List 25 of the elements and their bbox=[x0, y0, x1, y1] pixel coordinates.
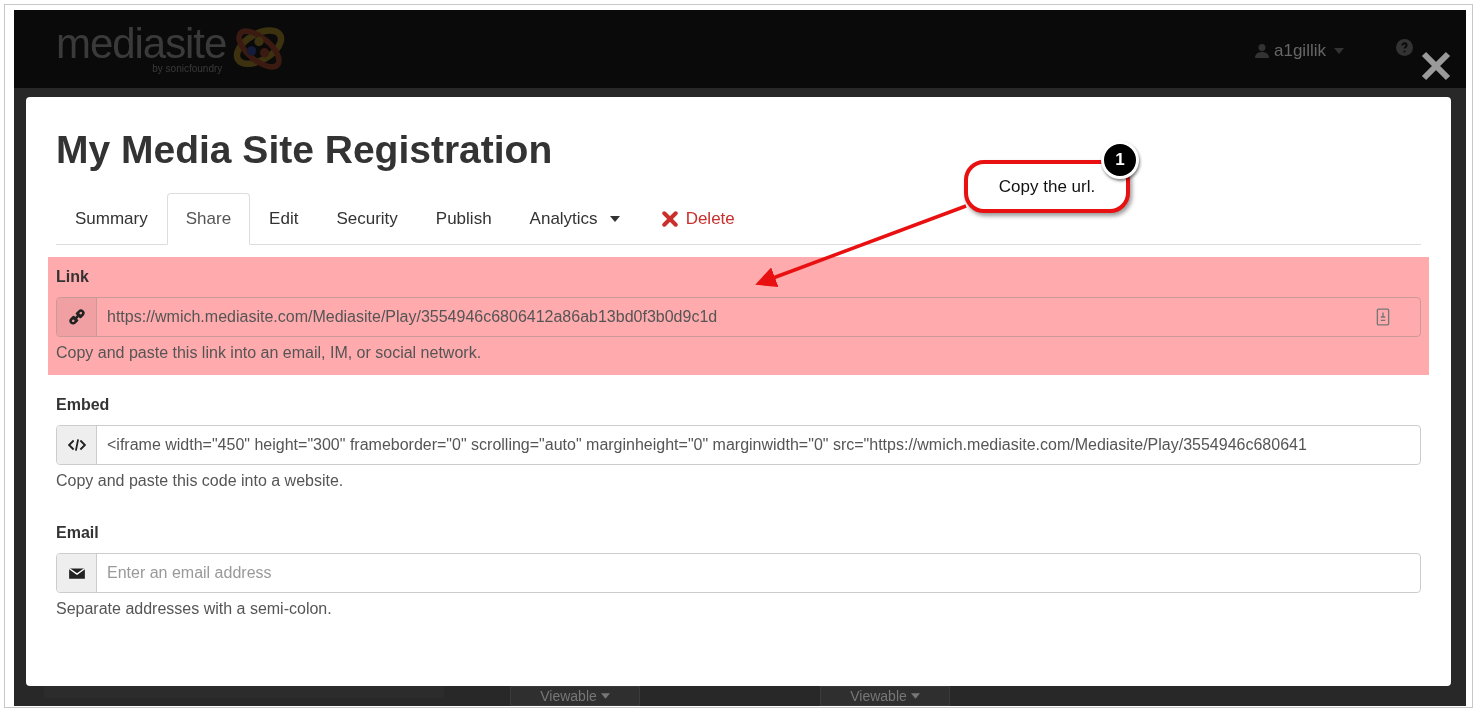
code-icon bbox=[67, 436, 86, 454]
field-label: Email bbox=[56, 523, 100, 543]
help-icon[interactable] bbox=[1396, 39, 1413, 56]
user-icon bbox=[1254, 42, 1270, 59]
field-label: Embed bbox=[56, 395, 111, 415]
tab[interactable]: Analytics bbox=[510, 193, 639, 245]
caret-icon bbox=[1334, 47, 1344, 54]
modal-title: My Media Site Registration bbox=[56, 127, 553, 173]
tab[interactable]: Delete bbox=[642, 193, 754, 245]
link-icon bbox=[67, 308, 86, 326]
tab[interactable]: Publish bbox=[416, 193, 511, 245]
close-icon bbox=[661, 211, 678, 227]
caret-icon bbox=[910, 693, 920, 699]
tab[interactable]: Share bbox=[166, 193, 251, 245]
help-text: Copy and paste this link into an email, IM, or social network. bbox=[56, 343, 483, 363]
clipboard-icon[interactable] bbox=[1376, 308, 1390, 326]
tab[interactable]: Security bbox=[317, 193, 417, 245]
caret-icon bbox=[609, 216, 620, 222]
tab[interactable]: Summary bbox=[56, 193, 167, 245]
caret-icon bbox=[600, 693, 610, 699]
help-text: Copy and paste this code into a website. bbox=[56, 471, 345, 491]
tab[interactable]: Edit bbox=[250, 193, 318, 245]
help-text: Separate addresses with a semi-colon. bbox=[56, 599, 333, 619]
field-label: Link bbox=[56, 267, 90, 287]
close-icon[interactable] bbox=[1421, 51, 1451, 81]
